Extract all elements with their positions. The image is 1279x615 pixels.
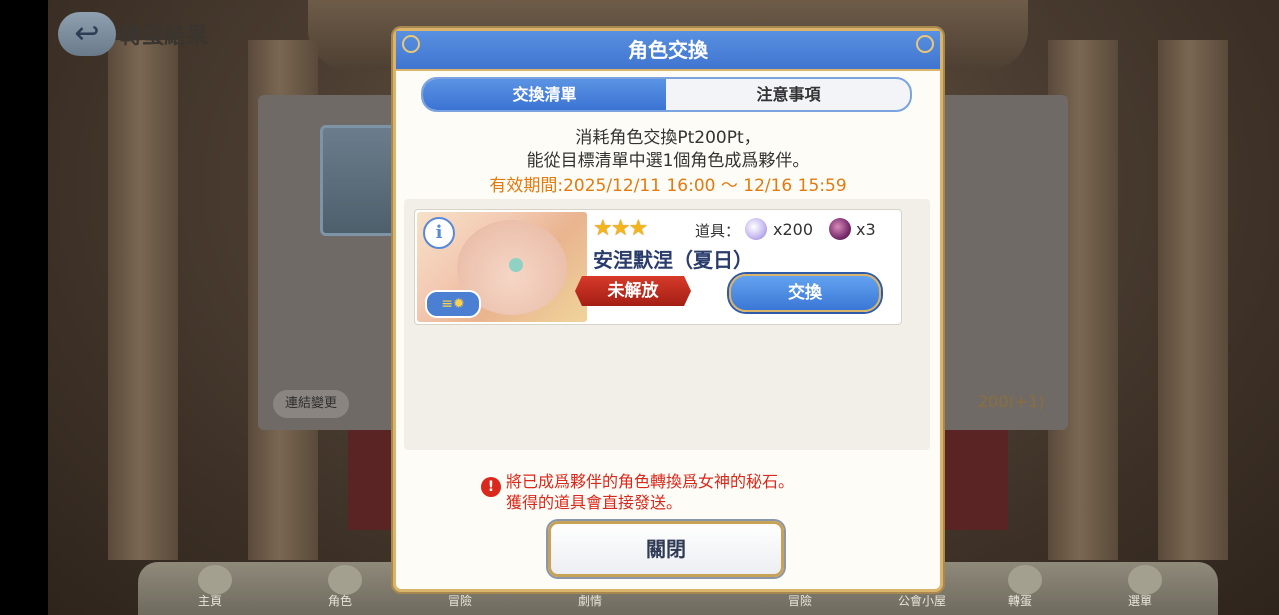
exchange-period: 有效期間:2025/12/11 16:00 ～ 12/16 15:59	[489, 176, 847, 196]
nav-item-home[interactable]: 主頁	[198, 592, 222, 609]
background-pillar	[1158, 40, 1228, 560]
dialog-title: 角色交換	[396, 31, 940, 71]
character-exchange-dialog: 角色交換 交換清單 注意事項 消耗角色交換Pt200Pt， 能從目標清單中選1個…	[393, 28, 943, 592]
item1-quantity: x200	[773, 220, 814, 239]
nav-item-menu[interactable]: 選單	[1128, 592, 1152, 609]
nav-item-adventure[interactable]: 冒險	[448, 592, 472, 609]
rarity-stars-icon: ★★★	[593, 216, 648, 241]
item-label: 道具：	[695, 222, 741, 240]
description-line-1: 消耗角色交換Pt200Pt，	[575, 128, 761, 148]
locked-status-badge: 未解放	[575, 276, 691, 306]
nav-item-quest[interactable]: 冒險	[788, 592, 812, 609]
memory-piece-icon	[829, 218, 851, 240]
description-line-2: 能從目標清單中選1個角色成爲夥伴。	[526, 151, 810, 171]
nav-item-character[interactable]: 角色	[328, 592, 352, 609]
portrait-flower	[509, 258, 523, 272]
nav-menu-icon[interactable]	[1128, 565, 1162, 595]
nav-item-gacha[interactable]: 轉蛋	[1008, 592, 1032, 609]
goddess-stone-icon	[745, 218, 767, 240]
link-change-label[interactable]: 連結變更	[273, 390, 350, 418]
back-button[interactable]: ↩	[58, 12, 116, 56]
corner-ornament-icon	[402, 35, 420, 53]
corner-ornament-icon	[916, 35, 934, 53]
warning-line-2: 獲得的道具會直接發送。	[506, 493, 683, 512]
character-portrait: i ≡✹	[417, 212, 587, 322]
background-pillar	[108, 40, 178, 560]
tab-bar: 交換清單 注意事項	[421, 77, 912, 112]
character-name: 安涅默涅（夏日）	[593, 248, 753, 272]
nav-gacha-icon[interactable]	[1008, 565, 1042, 595]
back-arrow-icon: ↩	[74, 16, 100, 51]
nav-item-guild-house[interactable]: 公會小屋	[898, 592, 946, 609]
character-card: i ≡✹ ★★★ 道具： x200 x3 安涅默涅（夏日） 未解放 交換	[414, 209, 902, 325]
tab-notes[interactable]: 注意事項	[667, 79, 910, 110]
background-panel-right	[928, 95, 1068, 430]
counter-text: 200(+1)	[978, 392, 1045, 411]
exchange-button[interactable]: 交換	[729, 274, 881, 312]
nav-character-icon[interactable]	[328, 565, 362, 595]
nav-item-story[interactable]: 劇情	[578, 592, 602, 609]
tab-exchange-list[interactable]: 交換清單	[423, 79, 666, 110]
nav-home-icon[interactable]	[198, 565, 232, 595]
info-icon[interactable]: i	[423, 217, 455, 249]
screen-title: 轉蛋結果	[120, 24, 209, 49]
warning-icon: !	[481, 477, 501, 497]
close-button[interactable]: 關閉	[548, 521, 784, 577]
item2-quantity: x3	[856, 220, 876, 239]
exchange-badge-icon: ≡✹	[425, 290, 481, 318]
